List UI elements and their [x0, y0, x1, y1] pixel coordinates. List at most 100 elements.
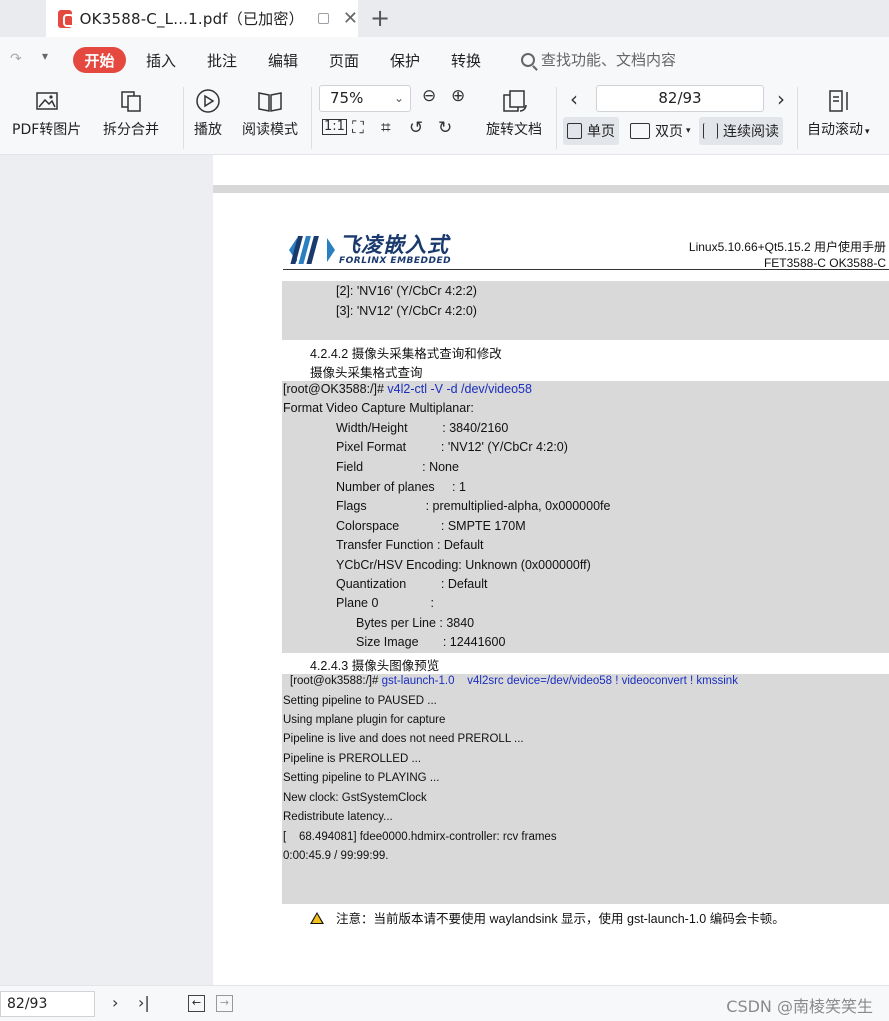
double-page-label: 双页	[655, 124, 683, 140]
code-line: [3]: 'NV12' (Y/CbCr 4:2:0)	[336, 304, 477, 318]
actual-size-icon[interactable]: 1:1	[322, 119, 347, 135]
feature-search[interactable]: 查找功能、文档内容	[521, 49, 676, 70]
menu-page[interactable]: 页面	[329, 50, 359, 71]
logo-chinese-text: 飞凌嵌入式	[339, 233, 449, 257]
menu-protect[interactable]: 保护	[390, 50, 420, 71]
split-merge-button[interactable]: 拆分合并	[103, 87, 159, 139]
play-label: 播放	[194, 122, 222, 138]
code-line: Colorspace : SMPTE 170M	[336, 519, 526, 533]
code-line: Width/Height : 3840/2160	[336, 421, 509, 435]
output-line: [ 68.494081] fdee0000.hdmirx-controller:…	[283, 831, 557, 843]
quick-access-dropdown-icon[interactable]: ▾	[42, 49, 48, 63]
code-line: YCbCr/HSV Encoding: Unknown (0x000000ff)	[336, 558, 591, 572]
menu-bar: ↷ ▾ 开始 插入 批注 编辑 页面 保护 转换 查找功能、文档内容	[0, 37, 889, 81]
output-line: Setting pipeline to PLAYING ...	[283, 772, 440, 784]
split-merge-label: 拆分合并	[103, 122, 159, 138]
shell-prompt: [root@ok3588:/]#	[290, 675, 382, 687]
read-mode-button[interactable]: 阅读模式	[242, 87, 298, 139]
previous-page-icon[interactable]: ‹	[570, 87, 578, 111]
continuous-read-icon	[703, 123, 718, 139]
output-line: Redistribute latency...	[283, 811, 393, 823]
code-block-gstreamer	[282, 674, 889, 904]
new-tab-button[interactable]: +	[370, 5, 390, 31]
section-subheading: 摄像头采集格式查询	[310, 366, 423, 380]
rotate-left-icon[interactable]: ↺	[409, 118, 423, 138]
header-rule	[283, 269, 889, 270]
fit-width-icon[interactable]: ⌗	[381, 118, 391, 138]
auto-scroll-icon	[829, 90, 849, 112]
code-line: Quantization : Default	[336, 577, 488, 591]
zoom-in-icon[interactable]: ⊕	[451, 86, 465, 106]
next-page-icon[interactable]: ›	[112, 993, 118, 1012]
split-merge-icon	[121, 91, 141, 112]
menu-edit[interactable]: 编辑	[268, 50, 298, 71]
code-line: Size Image : 12441600	[356, 635, 506, 649]
page-number-input[interactable]: 82/93	[596, 85, 764, 112]
code-line: Transfer Function : Default	[336, 538, 484, 552]
tab-title: OK3588-C_L...1.pdf（已加密）	[79, 10, 304, 28]
shell-prompt: [root@OK3588:/]#	[283, 382, 384, 396]
logo-english-text: FORLINX EMBEDDED	[339, 256, 452, 266]
command-line: [root@OK3588:/]# v4l2-ctl -V -d /dev/vid…	[283, 382, 532, 396]
continuous-read-button[interactable]: 连续阅读	[699, 117, 783, 145]
output-line: Pipeline is live and does not need PRERO…	[283, 733, 524, 745]
status-page-input[interactable]: 82/93	[0, 991, 95, 1017]
document-viewport[interactable]: 飞凌嵌入式 FORLINX EMBEDDED Linux5.10.66+Qt5.…	[213, 155, 889, 985]
pdf-to-image-button[interactable]: PDF转图片	[12, 87, 81, 139]
close-tab-icon[interactable]: ✕	[343, 9, 358, 28]
output-line: 0:00:45.9 / 99:99:99.	[283, 850, 389, 862]
command-text: gst-launch-1.0 v4l2src device=/dev/video…	[381, 675, 738, 687]
command-line: [root@ok3588:/]# gst-launch-1.0 v4l2src …	[290, 675, 738, 687]
single-page-button[interactable]: 单页	[563, 117, 619, 145]
code-line: Pixel Format : 'NV12' (Y/CbCr 4:2:0)	[336, 440, 568, 454]
warning-text: 注意：当前版本请不要使用 waylandsink 显示，使用 gst-launc…	[336, 912, 785, 926]
left-sidebar	[0, 155, 213, 985]
status-bar: 82/93 › ›| ← → CSDN @南棱笑笑生	[0, 985, 889, 1021]
chevron-down-icon: ▾	[865, 127, 870, 137]
code-line: Format Video Capture Multiplanar:	[283, 401, 474, 415]
menu-insert[interactable]: 插入	[146, 50, 176, 71]
menu-convert[interactable]: 转换	[451, 50, 481, 71]
toolbar-divider	[311, 87, 312, 149]
warning-icon	[310, 911, 324, 924]
rotate-document-button[interactable]: 旋转文档	[486, 87, 542, 139]
output-line: New clock: GstSystemClock	[283, 792, 427, 804]
monitor-icon[interactable]	[317, 13, 329, 24]
double-page-button[interactable]: 双页 ▾	[626, 117, 695, 145]
menu-start[interactable]: 开始	[73, 47, 126, 73]
zoom-select[interactable]: 75% ⌄	[319, 85, 411, 112]
toolbar-divider	[183, 87, 184, 149]
auto-scroll-label: 自动滚动	[807, 122, 863, 138]
back-icon[interactable]: ←	[188, 995, 205, 1012]
code-line: Bytes per Line : 3840	[356, 616, 475, 630]
page-header-right: Linux5.10.66+Qt5.15.2 用户使用手册 FET3588-C O…	[689, 239, 886, 271]
document-tab[interactable]: OK3588-C_L...1.pdf（已加密） ✕	[46, 0, 358, 37]
forlinx-logo-icon	[289, 236, 335, 264]
warning-note: 注意：当前版本请不要使用 waylandsink 显示，使用 gst-launc…	[310, 908, 785, 927]
code-line: Plane 0 :	[336, 596, 434, 610]
chevron-down-icon: ⌄	[393, 91, 404, 105]
play-button[interactable]: 播放	[194, 87, 222, 139]
forward-icon[interactable]: →	[216, 995, 233, 1012]
command-text: v4l2-ctl -V -d /dev/video58	[383, 382, 532, 396]
toolbar-divider	[797, 87, 798, 149]
last-page-icon[interactable]: ›|	[138, 993, 150, 1012]
read-mode-label: 阅读模式	[242, 122, 298, 138]
redo-icon[interactable]: ↷	[10, 51, 22, 67]
rotate-document-label: 旋转文档	[486, 122, 542, 138]
double-page-icon	[630, 123, 650, 139]
code-line: [2]: 'NV16' (Y/CbCr 4:2:2)	[336, 284, 477, 298]
output-line: Setting pipeline to PAUSED ...	[283, 695, 437, 707]
rotate-right-icon[interactable]: ↻	[438, 118, 452, 138]
rotate-document-icon	[503, 90, 527, 112]
pdf-to-image-label: PDF转图片	[12, 122, 82, 138]
code-line: Flags : premultiplied-alpha, 0x000000fe	[336, 499, 611, 513]
fit-page-icon[interactable]: ⛶	[352, 118, 364, 138]
zoom-out-icon[interactable]: ⊖	[422, 86, 436, 106]
auto-scroll-button[interactable]: 自动滚动 ▾	[807, 87, 870, 139]
output-line: Using mplane plugin for capture	[283, 714, 446, 726]
search-icon	[521, 52, 535, 67]
menu-annotate[interactable]: 批注	[207, 50, 237, 71]
next-page-icon[interactable]: ›	[777, 87, 785, 111]
previous-page-bottom	[213, 155, 889, 185]
